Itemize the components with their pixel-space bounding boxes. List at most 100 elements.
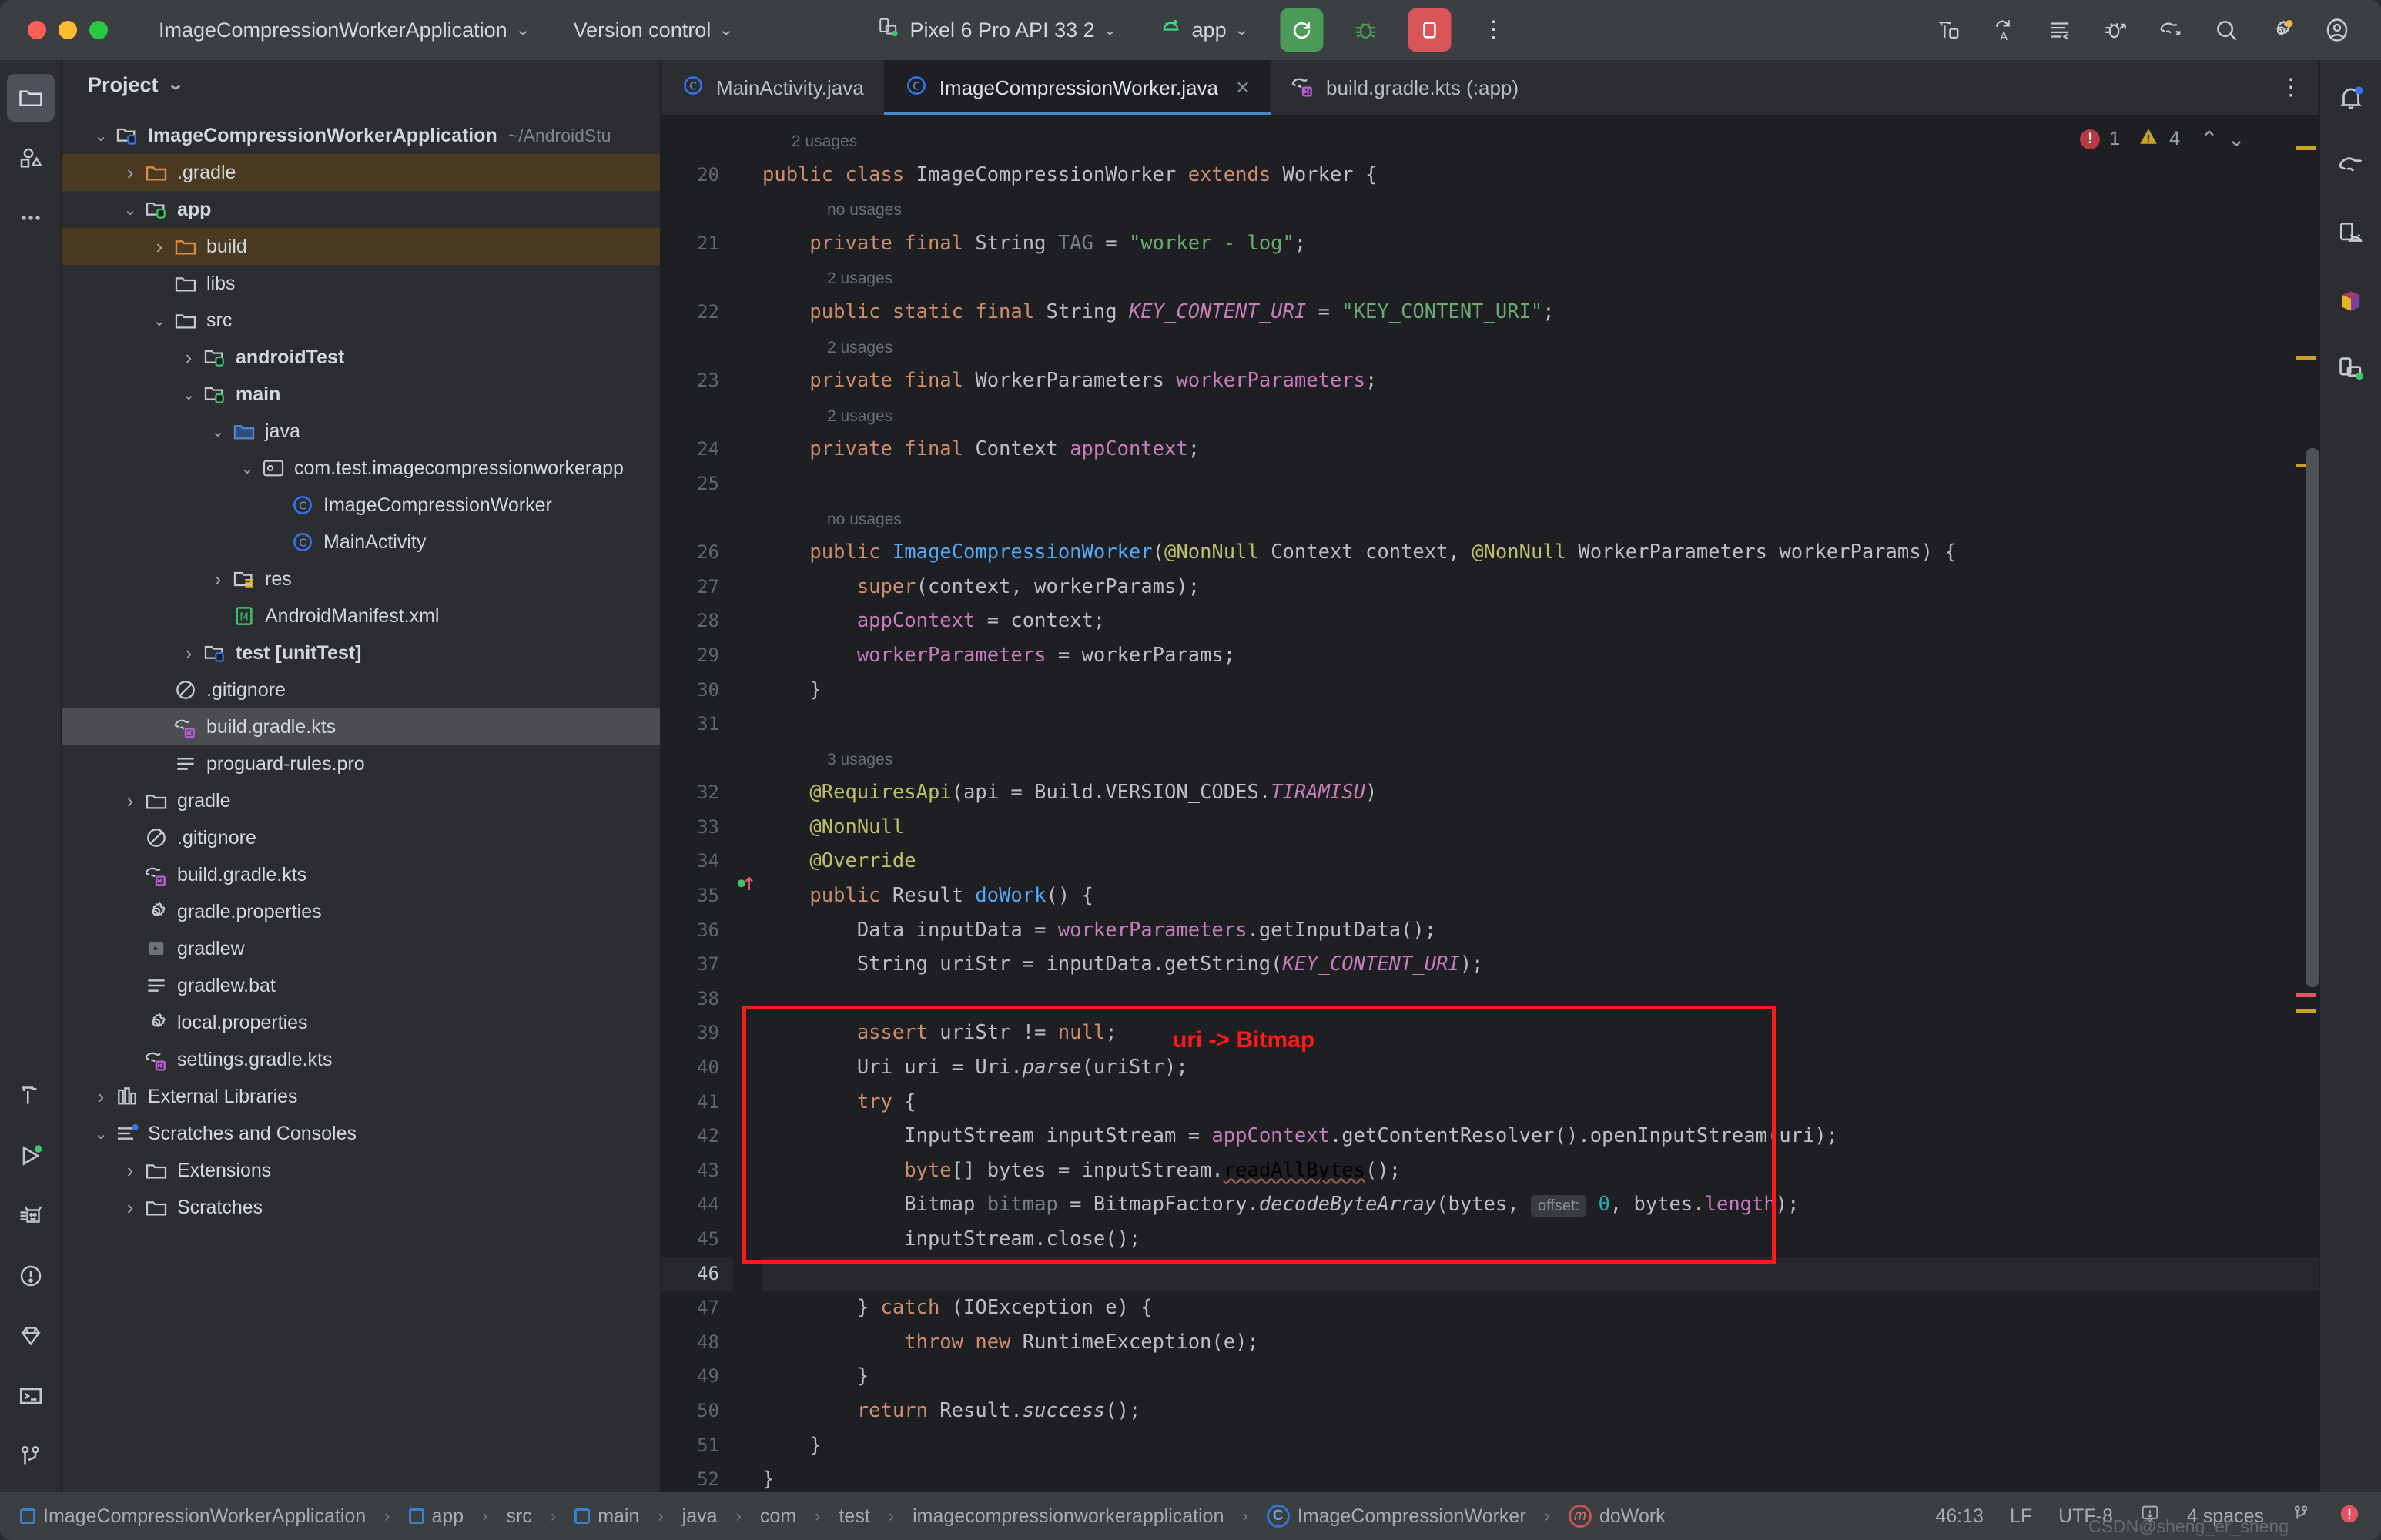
tree-item-res[interactable]: › res bbox=[62, 561, 660, 598]
settings-button[interactable] bbox=[2261, 9, 2302, 51]
chevron-right-icon[interactable]: › bbox=[176, 641, 202, 665]
tree-item-build-gradle-kts[interactable]: build.gradle.kts bbox=[62, 856, 660, 893]
sidebar-item-resource-manager[interactable] bbox=[7, 134, 55, 182]
sidebar-item-terminal[interactable] bbox=[7, 1372, 55, 1420]
tree-item-mainactivity[interactable]: C MainActivity bbox=[62, 524, 660, 561]
editor-tab-imagecompressionworker[interactable]: C ImageCompressionWorker.java ✕ bbox=[883, 60, 1271, 116]
tree-item-extensions[interactable]: › Extensions bbox=[62, 1152, 660, 1189]
warning-marker[interactable] bbox=[2296, 1009, 2316, 1013]
run-config-selector[interactable]: app ⌄ bbox=[1149, 12, 1259, 49]
breadcrumb-item-app[interactable]: app bbox=[408, 1505, 464, 1528]
chevron-down-icon[interactable]: ⌄ bbox=[234, 459, 260, 478]
tree-item-proguard-rules-pro[interactable]: proguard-rules.pro bbox=[62, 745, 660, 782]
line-number-gutter[interactable]: 20 21 22 23 24 25 26 27 28 29 30 31 32 33 34 35 36 37 38 39… bbox=[661, 116, 733, 1492]
close-window-button[interactable] bbox=[28, 21, 46, 39]
apply-changes-button[interactable]: A bbox=[1984, 9, 2025, 51]
tree-item-gradle-properties[interactable]: gradle.properties bbox=[62, 893, 660, 930]
tree-item-imagecompressionworker[interactable]: C ImageCompressionWorker bbox=[62, 487, 660, 524]
editor-tab-build[interactable]: build.gradle.kts (:app) bbox=[1271, 60, 1539, 116]
inspection-widget[interactable]: ! 1 4 ⌃ ⌄ bbox=[2080, 126, 2245, 152]
sidebar-item-more-tools[interactable] bbox=[7, 194, 55, 242]
maximize-window-button[interactable] bbox=[89, 21, 108, 39]
tree-item-gradle[interactable]: › gradle bbox=[62, 782, 660, 819]
tree-item-libs[interactable]: libs bbox=[62, 265, 660, 302]
tree-item-gradlew[interactable]: gradlew bbox=[62, 930, 660, 967]
tree-item-com-test-imagecompressionworkerapp[interactable]: ⌄ com.test.imagecompressionworkerapp bbox=[62, 450, 660, 487]
breadcrumb-item-imagecompressionworker[interactable]: C ImageCompressionWorker bbox=[1266, 1505, 1526, 1528]
breadcrumb-item-test[interactable]: test bbox=[839, 1505, 869, 1528]
chevron-right-icon[interactable]: › bbox=[117, 1159, 143, 1183]
tree-item-gradle[interactable]: › .gradle bbox=[62, 154, 660, 191]
run-button[interactable] bbox=[1280, 8, 1324, 52]
tree-item-scratches-and-consoles[interactable]: ⌄ Scratches and Consoles bbox=[62, 1115, 660, 1152]
tree-item-build-gradle-kts[interactable]: build.gradle.kts bbox=[62, 708, 660, 745]
minimize-window-button[interactable] bbox=[59, 21, 77, 39]
more-run-options-button[interactable]: ⋮ bbox=[1473, 9, 1515, 51]
tree-item-androidtest[interactable]: › androidTest bbox=[62, 339, 660, 376]
tree-item-build[interactable]: › build bbox=[62, 228, 660, 265]
breadcrumb-item-dowork[interactable]: m doWork bbox=[1569, 1505, 1666, 1528]
chevron-down-icon[interactable]: ⌄ bbox=[146, 311, 172, 330]
tree-item-app[interactable]: ⌄ app bbox=[62, 191, 660, 228]
gutter-markers[interactable] bbox=[733, 116, 762, 1492]
code-editor[interactable]: 20 21 22 23 24 25 26 27 28 29 30 31 32 33 34 35 36 37 38 39… bbox=[661, 116, 2319, 1492]
breadcrumb-item-imagecompressionworkerapplication[interactable]: imagecompressionworkerapplication bbox=[913, 1505, 1224, 1528]
sidebar-item-run[interactable] bbox=[7, 1132, 55, 1180]
device-file-explorer-icon[interactable] bbox=[2327, 277, 2375, 325]
editor-tab-mainactivity[interactable]: C MainActivity.java bbox=[661, 60, 884, 116]
device-selector[interactable]: Pixel 6 Pro API 33 2 ⌄ bbox=[866, 12, 1127, 49]
breadcrumb-item-imagecompressionworkerapplication[interactable]: ImageCompressionWorkerApplication bbox=[20, 1505, 366, 1528]
scrollbar-thumb[interactable] bbox=[2306, 448, 2319, 987]
tree-item-src[interactable]: ⌄ src bbox=[62, 302, 660, 339]
warning-marker[interactable] bbox=[2296, 146, 2316, 150]
chevron-right-icon[interactable]: › bbox=[146, 235, 172, 259]
chevron-right-icon[interactable]: › bbox=[205, 567, 231, 591]
warning-marker[interactable] bbox=[2296, 356, 2316, 360]
window-controls[interactable] bbox=[28, 21, 108, 39]
chevron-right-icon[interactable]: › bbox=[88, 1085, 114, 1109]
project-selector[interactable]: ImageCompressionWorkerApplication ⌄ bbox=[148, 14, 540, 47]
breadcrumb-item-src[interactable]: src bbox=[507, 1505, 532, 1528]
error-marker[interactable] bbox=[2296, 993, 2316, 997]
breadcrumb-item-java[interactable]: java bbox=[682, 1505, 718, 1528]
gradle-sync-button[interactable] bbox=[2150, 9, 2192, 51]
debug-button[interactable] bbox=[1345, 9, 1387, 51]
logcat-button[interactable] bbox=[2039, 9, 2081, 51]
project-panel-header[interactable]: Project ⌄ bbox=[62, 60, 660, 109]
notifications-icon[interactable] bbox=[2327, 74, 2375, 122]
git-branch-icon[interactable] bbox=[2290, 1503, 2312, 1530]
chevron-right-icon[interactable]: › bbox=[117, 161, 143, 185]
chevron-down-icon[interactable]: ⌄ bbox=[117, 200, 143, 219]
caret-position[interactable]: 46:13 bbox=[1935, 1505, 1984, 1528]
chevron-down-icon[interactable]: ⌄ bbox=[176, 385, 202, 404]
chevron-down-icon[interactable]: ⌄ bbox=[88, 1124, 114, 1143]
override-marker[interactable] bbox=[733, 871, 762, 906]
tree-item-androidmanifest-xml[interactable]: M AndroidManifest.xml bbox=[62, 598, 660, 634]
tree-item-settings-gradle-kts[interactable]: settings.gradle.kts bbox=[62, 1041, 660, 1078]
source-code[interactable]: 2 usages public class ImageCompressionWor… bbox=[762, 116, 2319, 1492]
sidebar-item-problems[interactable] bbox=[7, 1252, 55, 1300]
breadcrumb-item-main[interactable]: main bbox=[574, 1505, 639, 1528]
tree-item-scratches[interactable]: › Scratches bbox=[62, 1189, 660, 1226]
tree-item-main[interactable]: ⌄ main bbox=[62, 376, 660, 413]
tree-item-gitignore[interactable]: .gitignore bbox=[62, 671, 660, 708]
tree-item-gitignore[interactable]: .gitignore bbox=[62, 819, 660, 856]
editor-tab-bar[interactable]: C MainActivity.java C ImageCompressionWorke… bbox=[661, 60, 2319, 116]
profile-debug-button[interactable] bbox=[2095, 9, 2136, 51]
sidebar-item-app-quality[interactable] bbox=[7, 1312, 55, 1360]
project-tree[interactable]: ⌄ ImageCompressionWorkerApplication ~/Andr… bbox=[62, 109, 660, 1492]
chevron-down-icon[interactable]: ⌄ bbox=[205, 422, 231, 441]
notification-error-icon[interactable] bbox=[2338, 1502, 2361, 1531]
stop-button[interactable] bbox=[1408, 8, 1452, 52]
tree-item-test-unittest[interactable]: › test [unitTest] bbox=[62, 634, 660, 671]
previous-problem-button[interactable]: ⌃ bbox=[2200, 126, 2218, 152]
editor-scrollbar[interactable] bbox=[2293, 116, 2319, 1492]
next-problem-button[interactable]: ⌄ bbox=[2228, 126, 2245, 152]
chevron-down-icon[interactable]: ⌄ bbox=[88, 126, 114, 146]
gradle-icon[interactable] bbox=[2327, 142, 2375, 189]
sidebar-item-build[interactable] bbox=[7, 1072, 55, 1120]
tree-item-gradlew-bat[interactable]: gradlew.bat bbox=[62, 967, 660, 1004]
close-tab-button[interactable]: ✕ bbox=[1235, 77, 1251, 99]
breadcrumb[interactable]: ImageCompressionWorkerApplication › app › sr… bbox=[20, 1505, 1666, 1528]
build-project-button[interactable] bbox=[1928, 9, 1970, 51]
